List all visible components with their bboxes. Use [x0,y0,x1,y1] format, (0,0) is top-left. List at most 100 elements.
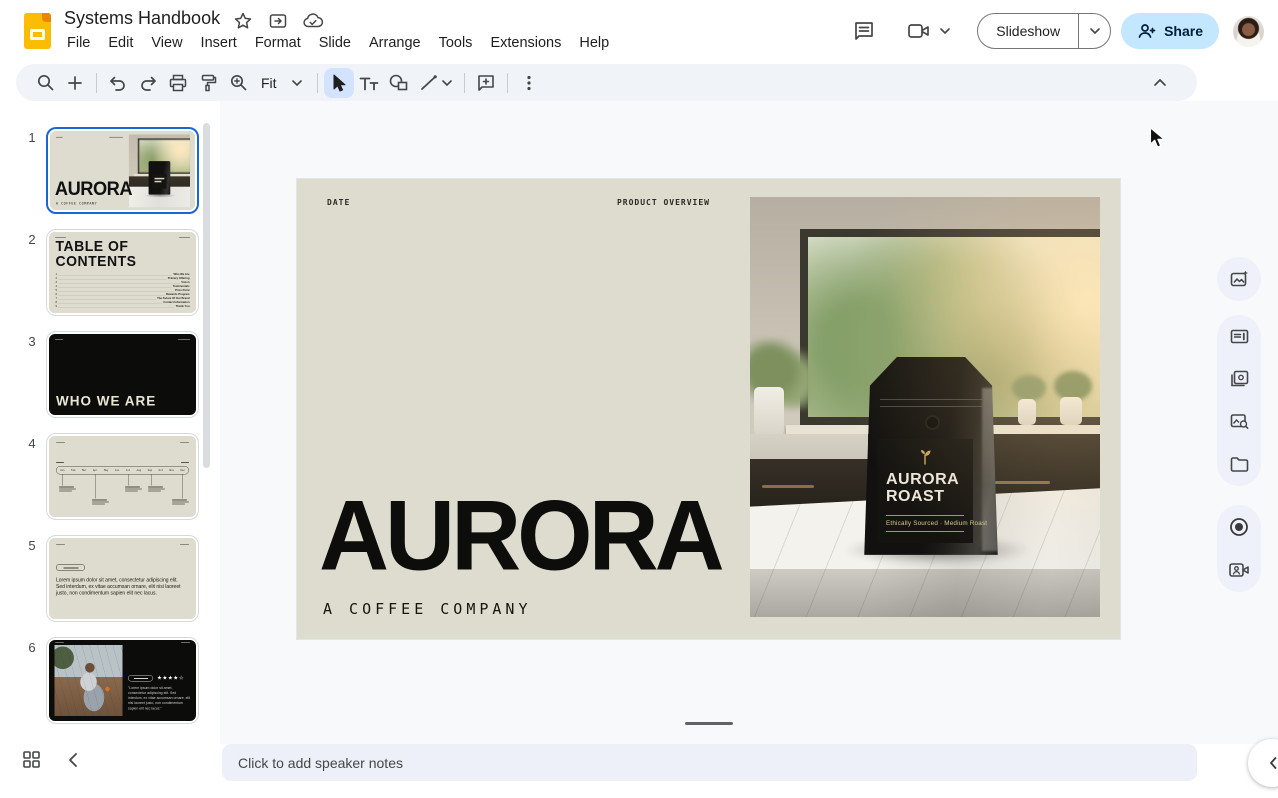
slide-filmstrip: 1 AURORA A COFFEE COMPANY 2 TABLE OFC [0,101,220,744]
toolbar: Fit [16,64,1197,101]
select-tool-button[interactable] [324,68,354,98]
chevron-down-icon [291,79,303,87]
zoom-icon[interactable] [223,68,253,98]
slide-date-label[interactable]: DATE [327,198,350,207]
comment-history-icon[interactable] [851,18,877,44]
record-video-icon[interactable] [1219,550,1259,590]
zoom-value: Fit [261,75,277,91]
menu-format[interactable]: Format [246,32,310,54]
slideshow-dropdown-button[interactable] [1078,13,1110,49]
google-slides-window: Systems Handbook File Edit View Insert F… [0,0,1278,798]
text-box-tool-button[interactable] [354,68,384,98]
menu-edit[interactable]: Edit [99,32,142,54]
paint-format-icon[interactable] [193,68,223,98]
slide-thumbnail-6[interactable]: ★★★★☆ "Lorem ipsum dolor sit amet, conse… [46,637,199,724]
toolbar-divider [96,73,97,93]
thumb3-title: WHO WE ARE [56,393,156,409]
open-side-panel-button[interactable] [1248,739,1278,787]
cloud-saved-icon[interactable] [302,10,324,32]
image-search-icon[interactable] [1219,402,1259,442]
folder-icon[interactable] [1219,445,1259,485]
line-tool-button[interactable] [414,68,458,98]
sidebar-group-bottom [1217,505,1261,592]
chevron-down-icon [1089,27,1101,35]
search-menus-icon[interactable] [30,68,60,98]
more-options-icon[interactable] [514,68,544,98]
thumb6-rating-stars: ★★★★☆ [157,675,184,682]
menu-help[interactable]: Help [570,32,618,54]
thumb4-timeline: JanFebMarAprMayJunJulAugSepOctNovDec [56,466,189,475]
chevron-down-icon [939,27,951,35]
meet-call-control[interactable] [907,20,951,42]
slide-thumbnail-2[interactable]: TABLE OFCONTENTS 1Who We Are 2Primary Of… [46,229,199,316]
slideshow-button[interactable]: Slideshow [978,13,1078,49]
slide-canvas[interactable]: DATE PRODUCT OVERVIEW [220,101,1278,744]
generate-image-icon[interactable] [1219,259,1259,299]
shapes-tool-button[interactable] [384,68,414,98]
menu-view[interactable]: View [142,32,191,54]
slide-thumbnail-1[interactable]: AURORA A COFFEE COMPANY [46,127,199,214]
slide-title[interactable]: AURORA [319,486,721,585]
hide-menus-icon[interactable] [1145,67,1175,97]
thumb2-toc: 1Who We Are 2Primary Offering 3Vision 4T… [56,272,190,308]
speaker-notes-placeholder: Click to add speaker notes [238,755,403,771]
print-button[interactable] [163,68,193,98]
slide-number: 6 [24,640,40,655]
thumb1-subtitle: A COFFEE COMPANY [56,201,97,205]
share-button[interactable]: Share [1121,13,1219,49]
collapse-filmstrip-icon[interactable] [67,752,78,773]
menu-extensions[interactable]: Extensions [481,32,570,54]
slide-number: 3 [24,334,40,349]
thumb6-photo [55,645,123,716]
product-photo[interactable]: AURORAROAST Ethically Sourced · Medium R… [750,197,1100,617]
toolbar-divider [317,73,318,93]
account-avatar[interactable] [1233,16,1264,47]
insert-comment-button[interactable] [471,68,501,98]
current-slide[interactable]: DATE PRODUCT OVERVIEW [297,179,1120,639]
sidebar-group-top [1217,257,1261,301]
chevron-left-icon [1267,755,1278,771]
undo-button[interactable] [103,68,133,98]
slide-number: 4 [24,436,40,451]
slide-number: 2 [24,232,40,247]
menu-slide[interactable]: Slide [310,32,360,54]
move-folder-icon[interactable] [267,10,289,32]
new-slide-button[interactable] [60,68,90,98]
thumb1-photo [129,134,190,207]
star-icon[interactable] [232,10,254,32]
header: Systems Handbook File Edit View Insert F… [0,0,1278,62]
person-add-icon [1137,23,1156,39]
menu-bar: File Edit View Insert Format Slide Arran… [58,32,618,54]
photos-icon[interactable] [1219,359,1259,399]
grid-view-icon[interactable] [22,750,41,774]
thumb5-body: Lorem ipsum dolor sit amet, consectetur … [56,577,187,597]
menu-insert[interactable]: Insert [192,32,246,54]
slide-thumbnail-5[interactable]: Lorem ipsum dolor sit amet, consectetur … [46,535,199,622]
toolbar-divider [464,73,465,93]
record-icon[interactable] [1219,507,1259,547]
redo-button[interactable] [133,68,163,98]
slideshow-split-button: Slideshow [977,13,1111,49]
slide-thumbnail-4[interactable]: JanFebMarAprMayJunJulAugSepOctNovDec [46,433,199,520]
thumb5-pill-button [56,564,85,571]
speaker-notes-input[interactable]: Click to add speaker notes [222,744,1197,781]
slide-section-label[interactable]: PRODUCT OVERVIEW [617,198,710,207]
slides-logo-icon[interactable] [24,13,51,49]
menu-tools[interactable]: Tools [430,32,482,54]
document-title[interactable]: Systems Handbook [64,8,220,29]
filmstrip-scrollbar[interactable] [203,123,210,468]
templates-icon[interactable] [1219,316,1259,356]
logo-fold [42,13,51,22]
thumb6-pill-button [128,675,153,682]
slide-thumbnail-3[interactable]: WHO WE ARE [46,331,199,418]
toolbar-divider [507,73,508,93]
video-camera-icon [907,20,933,42]
thumb6-quote: "Lorem ipsum dolor sit amet, consectetur… [128,686,191,711]
slide-number: 1 [24,130,40,145]
zoom-select[interactable]: Fit [253,75,311,91]
slide-subtitle[interactable]: A COFFEE COMPANY [323,600,532,618]
menu-file[interactable]: File [58,32,99,54]
thumb1-title: AURORA [55,178,132,200]
menu-arrange[interactable]: Arrange [360,32,430,54]
notes-resize-handle[interactable] [685,722,733,725]
